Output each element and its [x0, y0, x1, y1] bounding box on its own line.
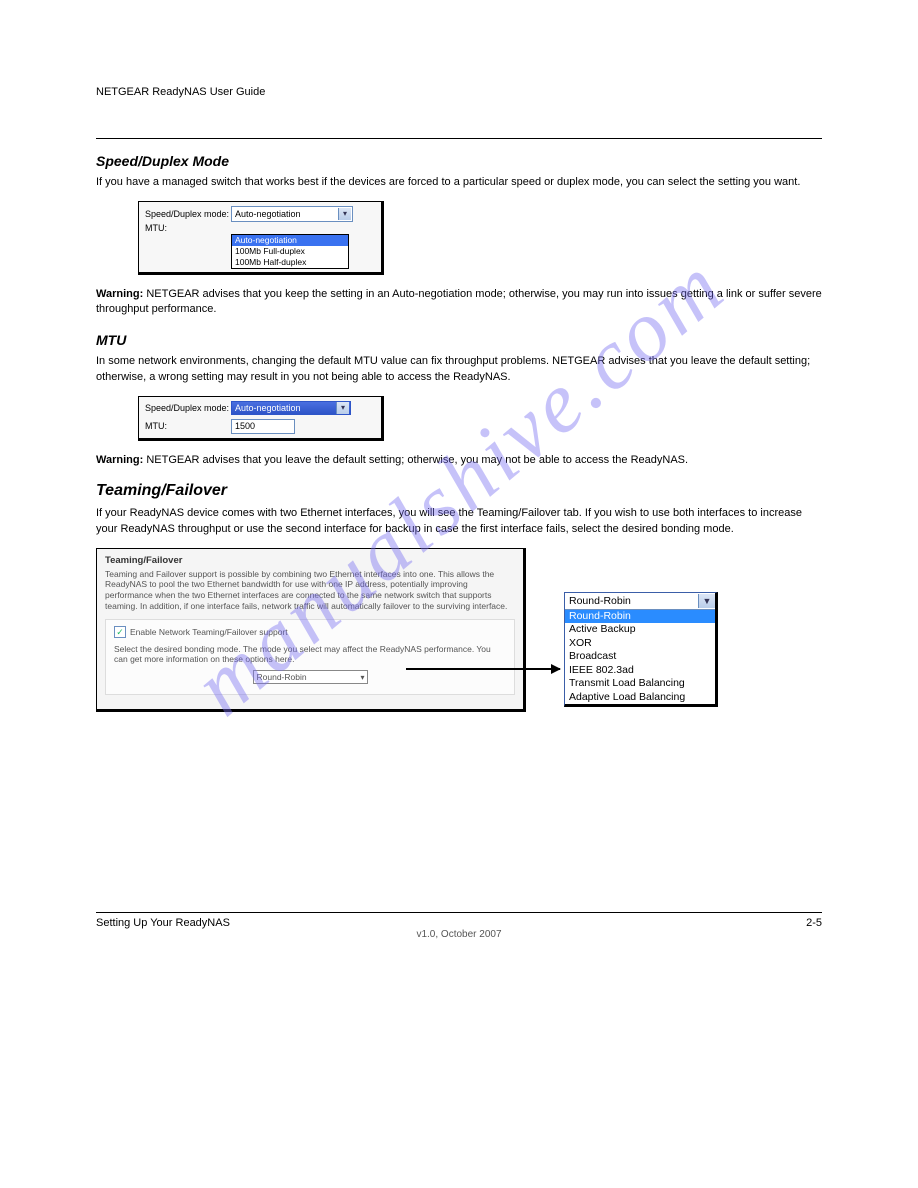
chevron-down-icon: ▾ [360, 673, 366, 682]
label-mtu-1: MTU: [145, 223, 231, 233]
opt-100-half[interactable]: 100Mb Half-duplex [232, 257, 348, 268]
section-speed-title: Speed/Duplex Mode [96, 153, 822, 169]
chevron-down-icon[interactable]: ▼ [698, 594, 715, 608]
label-speed-1: Speed/Duplex mode: [145, 209, 231, 219]
enable-teaming-checkbox[interactable]: ✓ [114, 626, 126, 638]
bonding-mode-options-enlarged: Round-Robin ▼ Round-Robin Active Backup … [564, 592, 718, 708]
warning-mtu-text: NETGEAR advises that you leave the defau… [146, 454, 688, 466]
arrow-indicator [406, 668, 560, 670]
footer-pagenum: 2-5 [806, 917, 822, 929]
bonding-mode-select[interactable]: Round-Robin ▾ [253, 670, 368, 684]
footer-chapter: Setting Up Your ReadyNAS [96, 917, 230, 929]
page-footer: Setting Up Your ReadyNAS 2-5 v1.0, Octob… [96, 912, 822, 940]
opt-tx-load-balancing[interactable]: Transmit Load Balancing [565, 677, 715, 691]
bonding-mode-value: Round-Robin [257, 672, 307, 682]
chevron-down-icon: ▾ [336, 402, 349, 414]
warning-label-2: Warning: [96, 454, 143, 466]
tf-title: Teaming/Failover [105, 555, 515, 566]
tf-instruction: Select the desired bonding mode. The mod… [114, 644, 506, 664]
section-mtu-text: In some network environments, changing t… [96, 354, 822, 386]
speed-select-1-options[interactable]: Auto-negotiation 100Mb Full-duplex 100Mb… [231, 234, 349, 269]
opt-active-backup[interactable]: Active Backup [565, 623, 715, 637]
bonding-top-value: Round-Robin [569, 595, 631, 607]
teaming-intro: If your ReadyNAS device comes with two E… [96, 506, 822, 538]
section-mtu-title: MTU [96, 332, 822, 348]
panel-teaming: Teaming/Failover Teaming and Failover su… [96, 548, 526, 713]
footer-version: v1.0, October 2007 [96, 929, 822, 940]
header-left: NETGEAR ReadyNAS User Guide [96, 86, 265, 98]
opt-round-robin[interactable]: Round-Robin [565, 610, 715, 624]
label-mtu-2: MTU: [145, 421, 231, 431]
header-rule [96, 138, 822, 139]
teaming-heading: Teaming/Failover [96, 482, 822, 500]
tf-inner: ✓ Enable Network Teaming/Failover suppor… [105, 619, 515, 695]
page-header: NETGEAR ReadyNAS User Guide [96, 86, 822, 98]
warning-label: Warning: [96, 288, 143, 300]
warning-speed-text: NETGEAR advises that you keep the settin… [96, 288, 822, 315]
opt-100-full[interactable]: 100Mb Full-duplex [232, 246, 348, 257]
tf-desc: Teaming and Failover support is possible… [105, 569, 515, 612]
speed-select-2[interactable]: Auto-negotiation ▾ [231, 401, 351, 415]
opt-auto-neg[interactable]: Auto-negotiation [232, 235, 348, 246]
warning-mtu: Warning: NETGEAR advises that you leave … [96, 453, 822, 468]
section-speed-text: If you have a managed switch that works … [96, 175, 822, 191]
chevron-down-icon: ▾ [338, 208, 351, 220]
panel-speed-mtu: Speed/Duplex mode: Auto-negotiation ▾ MT… [138, 396, 384, 441]
enable-teaming-label: Enable Network Teaming/Failover support [130, 627, 288, 637]
warning-speed: Warning: NETGEAR advises that you keep t… [96, 287, 822, 318]
mtu-input[interactable]: 1500 [231, 419, 295, 434]
opt-xor[interactable]: XOR [565, 637, 715, 651]
opt-adaptive-load-balancing[interactable]: Adaptive Load Balancing [565, 691, 715, 705]
panel-speed-duplex-open: Speed/Duplex mode: Auto-negotiation ▾ MT… [138, 201, 384, 275]
opt-ieee-8023ad[interactable]: IEEE 802.3ad [565, 664, 715, 678]
speed-select-1[interactable]: Auto-negotiation ▾ [231, 206, 353, 222]
label-speed-2: Speed/Duplex mode: [145, 403, 231, 413]
opt-broadcast[interactable]: Broadcast [565, 650, 715, 664]
speed-select-2-value: Auto-negotiation [235, 403, 301, 413]
speed-select-1-value: Auto-negotiation [235, 209, 301, 219]
